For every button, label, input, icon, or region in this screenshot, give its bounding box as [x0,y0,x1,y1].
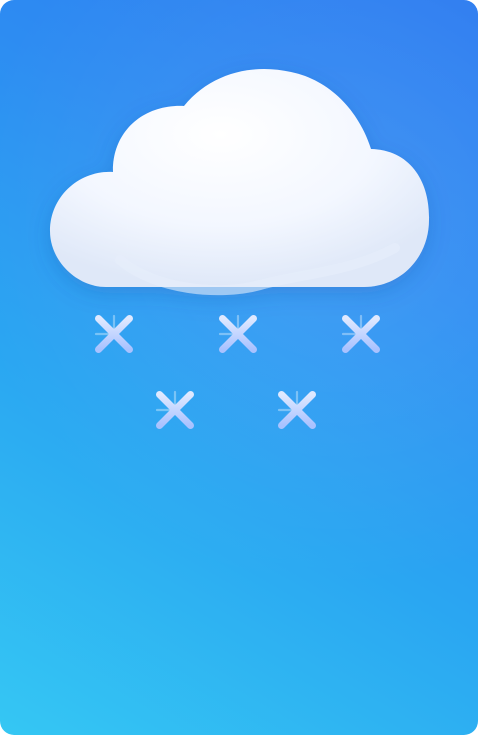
weather-illustration [50,68,430,735]
snowflake-icon [275,388,319,432]
cloud-icon [50,68,430,296]
snowflakes [92,312,383,432]
snowflake-icon [153,388,197,432]
snowflake-icon [339,312,383,356]
snowflake-icon [92,312,136,356]
weather-card [0,0,478,735]
snowflake-icon [216,312,260,356]
